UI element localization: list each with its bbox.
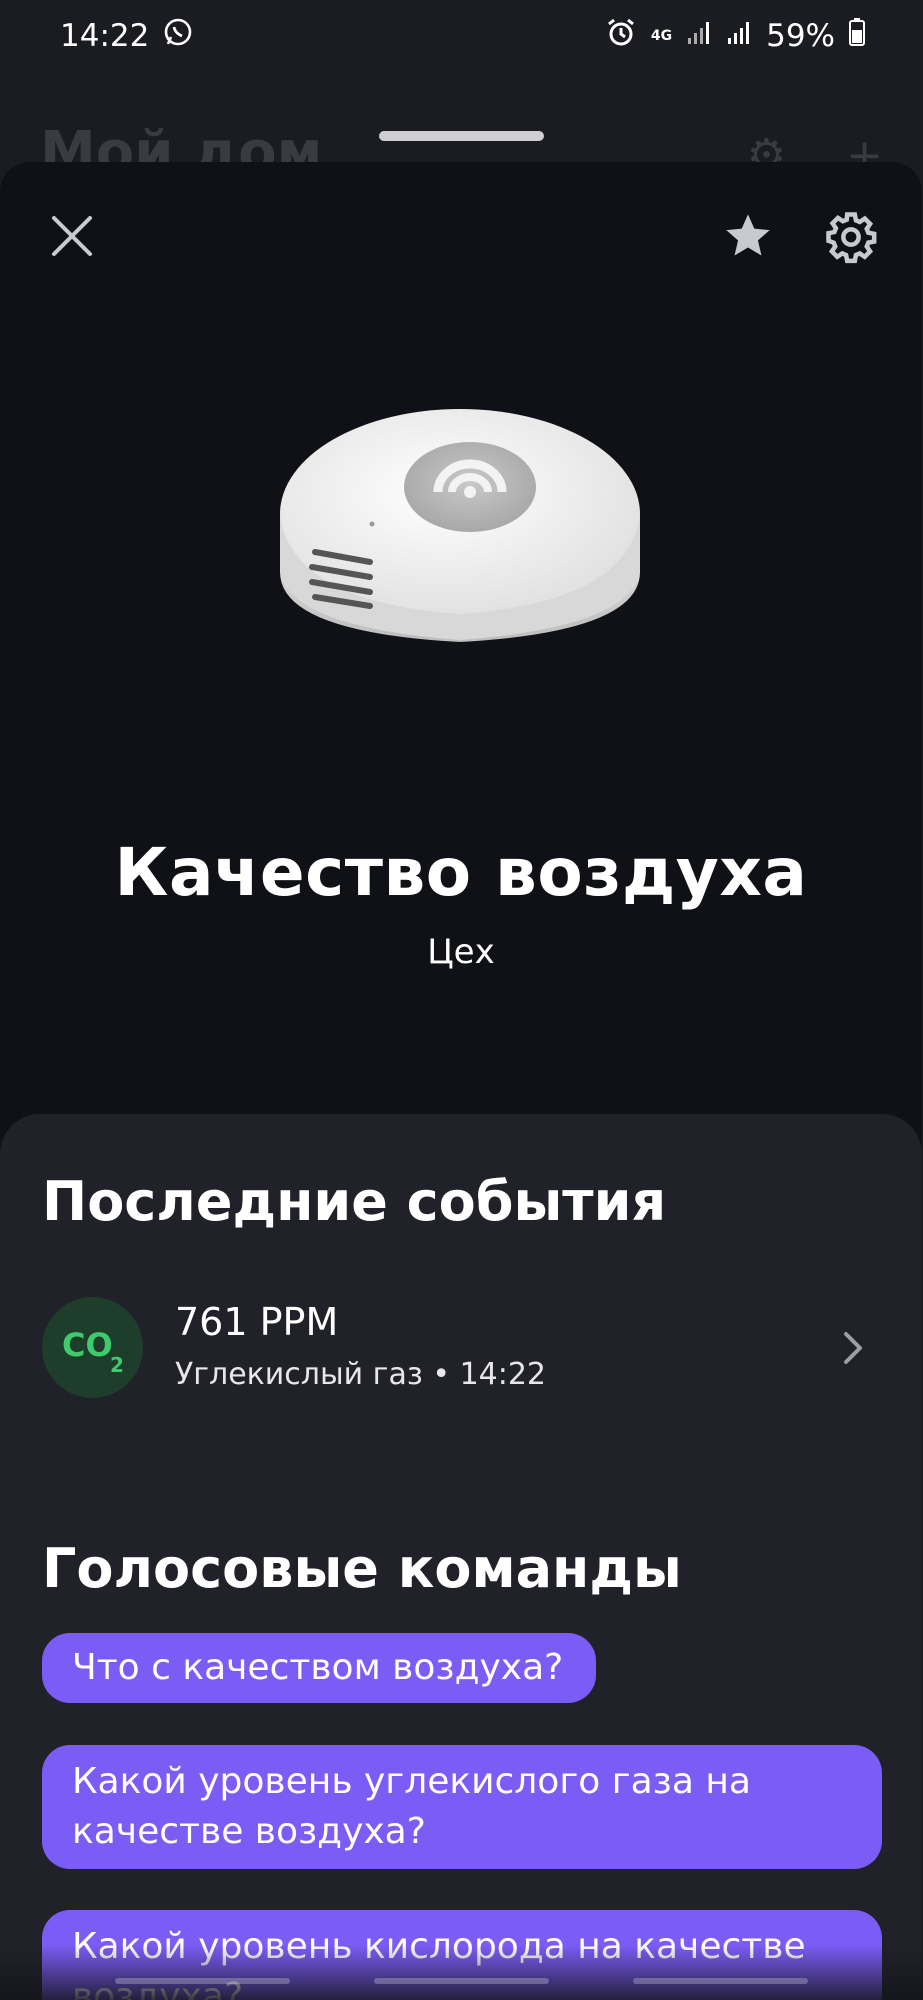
signal-icon-2 [726, 18, 752, 54]
event-value: 761 PPM [175, 1300, 339, 1344]
event-time: 14:22 [459, 1357, 547, 1392]
device-room: Цех [427, 932, 495, 972]
events-section-title: Последние события [42, 1170, 667, 1233]
gear-icon [826, 212, 877, 264]
whatsapp-icon [163, 17, 193, 55]
star-icon [726, 214, 770, 256]
event-separator: • [432, 1357, 460, 1392]
battery-percent: 59% [766, 18, 835, 54]
voice-command-chip[interactable]: Какой уровень углекислого газа на качест… [42, 1745, 882, 1869]
battery-icon [849, 18, 865, 54]
sheet-header [0, 162, 922, 302]
close-icon [52, 216, 92, 256]
signal-icon [686, 18, 712, 54]
voice-command-chip[interactable]: Что с качеством воздуха? [42, 1633, 596, 1703]
status-right: 4G 59% [605, 16, 865, 56]
device-sheet: Качество воздуха Цех [0, 162, 922, 2000]
status-left: 14:22 [60, 17, 193, 55]
co2-icon: CO 2 [42, 1297, 143, 1398]
status-time: 14:22 [60, 18, 150, 54]
device-title: Качество воздуха [114, 834, 808, 911]
event-label: Углекислый газ [175, 1357, 423, 1392]
svg-text:2: 2 [110, 1353, 124, 1377]
sheet-drag-handle[interactable] [379, 131, 544, 141]
nav-back-button[interactable] [633, 1978, 808, 1984]
settings-button[interactable] [820, 206, 882, 268]
nav-home-button[interactable] [374, 1978, 549, 1984]
event-detail: Углекислый газ • 14:22 [175, 1357, 546, 1392]
co2-glyph: CO 2 [62, 1326, 124, 1377]
close-button[interactable] [44, 208, 100, 264]
device-image [280, 409, 640, 642]
network-type-icon: 4G [650, 28, 673, 44]
chevron-right-icon [844, 1332, 862, 1364]
voice-commands-section-title: Голосовые команды [42, 1537, 682, 1600]
favorite-button[interactable] [718, 206, 778, 266]
alarm-icon [605, 16, 637, 56]
svg-text:CO: CO [62, 1326, 113, 1364]
system-nav-bar [0, 1970, 923, 2000]
nav-recents-button[interactable] [115, 1978, 290, 1984]
status-bar: 14:22 4G 59% [0, 0, 923, 72]
